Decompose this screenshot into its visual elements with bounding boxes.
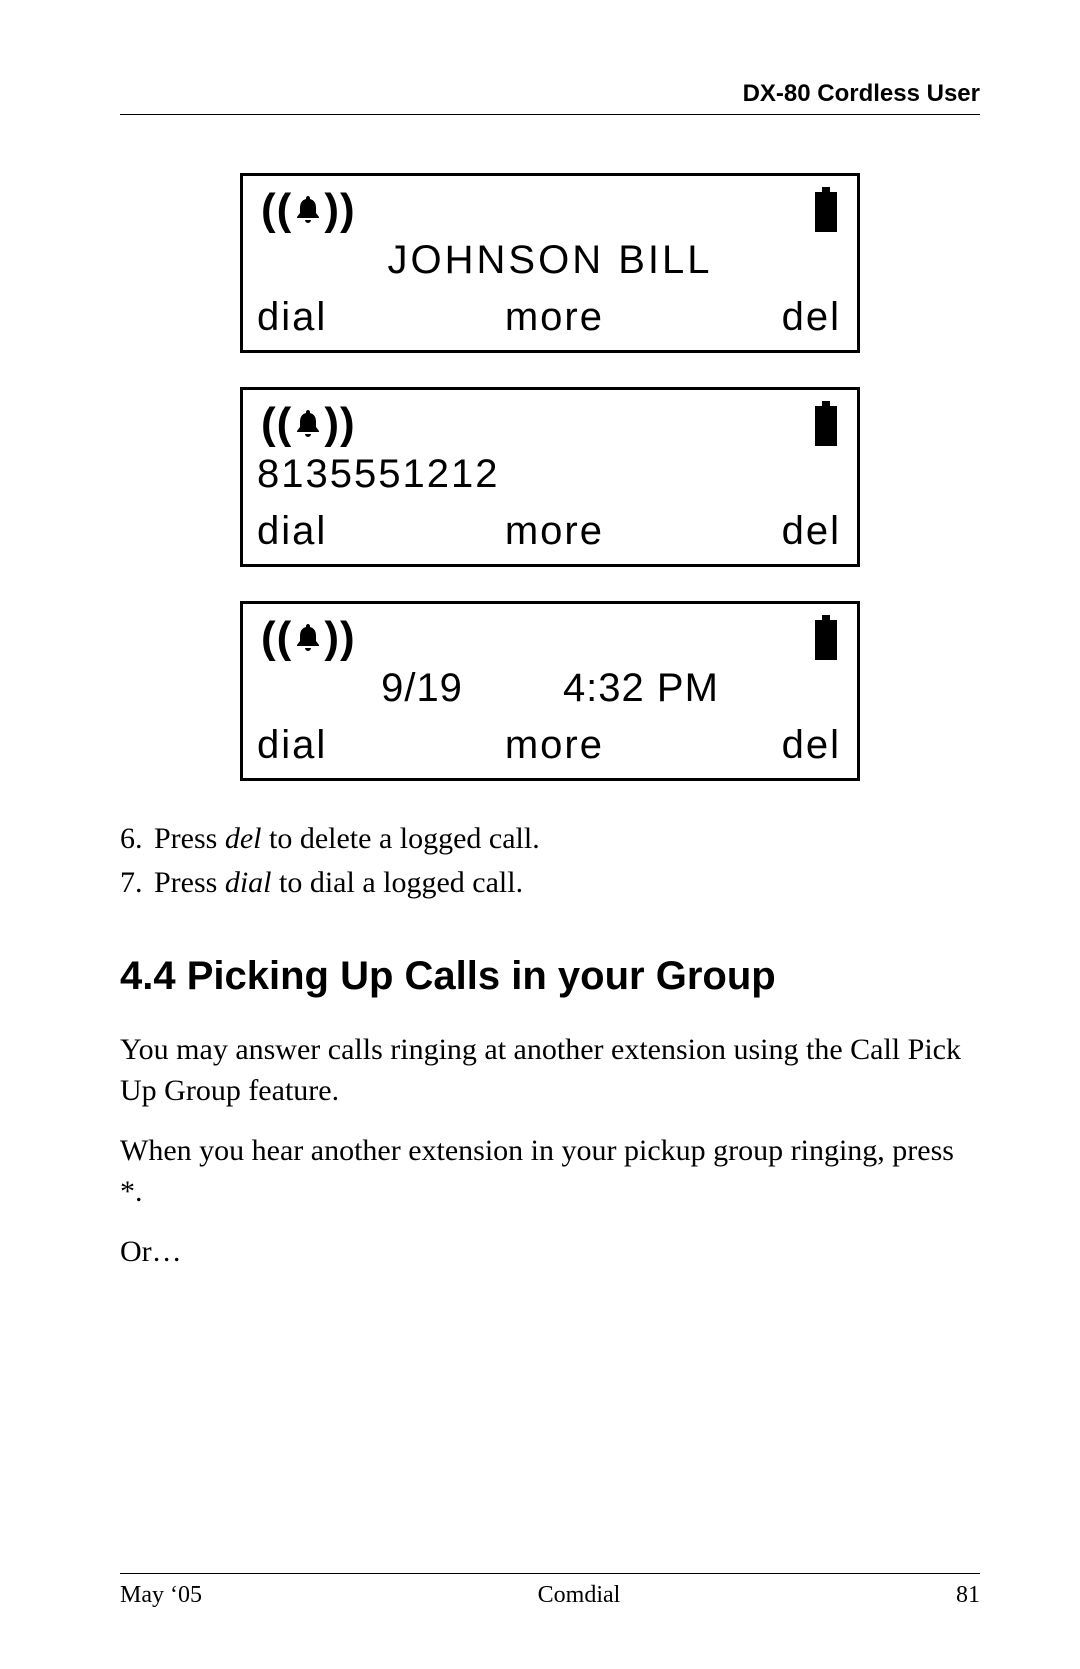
battery-icon bbox=[813, 401, 839, 447]
softkey-more: more bbox=[505, 295, 604, 340]
footer-rule bbox=[120, 1573, 980, 1574]
page-footer: May ‘05 Comdial 81 bbox=[120, 1573, 980, 1609]
bell-icon bbox=[294, 194, 322, 226]
lcd-date: 9/19 bbox=[381, 666, 463, 711]
step-6: 6.Press del to delete a logged call. bbox=[120, 817, 980, 861]
softkey-more: more bbox=[505, 509, 604, 554]
header-rule bbox=[120, 114, 980, 115]
lcd-screen: (( )) 9/19 4:32 PM dial more del bbox=[240, 601, 860, 781]
softkey-del: del bbox=[782, 295, 841, 340]
battery-icon bbox=[813, 615, 839, 661]
softkey-dial: dial bbox=[257, 509, 327, 554]
softkey-name: dial bbox=[225, 866, 272, 899]
body-paragraph: When you hear another extension in your … bbox=[120, 1130, 980, 1213]
lcd-status-row: (( )) bbox=[243, 176, 857, 236]
lcd-stack: (( )) JOHNSON BILL dial more del bbox=[120, 173, 980, 781]
lcd-time: 4:32 PM bbox=[563, 666, 719, 711]
lcd-screen: (( )) 8135551212 dial more del bbox=[240, 387, 860, 567]
lcd-softkey-row: dial more del bbox=[243, 295, 857, 350]
step-number: 6. bbox=[120, 817, 154, 861]
lcd-softkey-row: dial more del bbox=[243, 509, 857, 564]
battery-icon bbox=[813, 187, 839, 233]
lcd-main-line: 8135551212 bbox=[243, 450, 857, 509]
page: DX-80 Cordless User (( )) JOHNSON BILL d… bbox=[0, 0, 1080, 1669]
lcd-softkey-row: dial more del bbox=[243, 723, 857, 778]
running-header: DX-80 Cordless User bbox=[120, 80, 980, 108]
lcd-main-line: 9/19 4:32 PM bbox=[243, 664, 857, 723]
lcd-status-row: (( )) bbox=[243, 604, 857, 664]
step-7: 7.Press dial to dial a logged call. bbox=[120, 861, 980, 905]
step-number: 7. bbox=[120, 861, 154, 905]
body-paragraph: Or… bbox=[120, 1231, 980, 1272]
softkey-del: del bbox=[782, 509, 841, 554]
body-paragraph: You may answer calls ringing at another … bbox=[120, 1029, 980, 1112]
bell-icon bbox=[294, 622, 322, 654]
softkey-dial: dial bbox=[257, 723, 327, 768]
lcd-status-row: (( )) bbox=[243, 390, 857, 450]
ringing-icon: (( )) bbox=[261, 399, 356, 449]
bell-icon bbox=[294, 408, 322, 440]
lcd-screen: (( )) JOHNSON BILL dial more del bbox=[240, 173, 860, 353]
step-list: 6.Press del to delete a logged call. 7.P… bbox=[120, 817, 980, 904]
lcd-main-line: JOHNSON BILL bbox=[243, 236, 857, 295]
softkey-dial: dial bbox=[257, 295, 327, 340]
ringing-icon: (( )) bbox=[261, 185, 356, 235]
footer-date: May ‘05 bbox=[120, 1582, 202, 1609]
softkey-del: del bbox=[782, 723, 841, 768]
page-number: 81 bbox=[956, 1582, 980, 1609]
section-heading: 4.4 Picking Up Calls in your Group bbox=[120, 954, 980, 999]
softkey-name: del bbox=[225, 822, 262, 855]
softkey-more: more bbox=[505, 723, 604, 768]
footer-brand: Comdial bbox=[538, 1582, 621, 1609]
ringing-icon: (( )) bbox=[261, 613, 356, 663]
